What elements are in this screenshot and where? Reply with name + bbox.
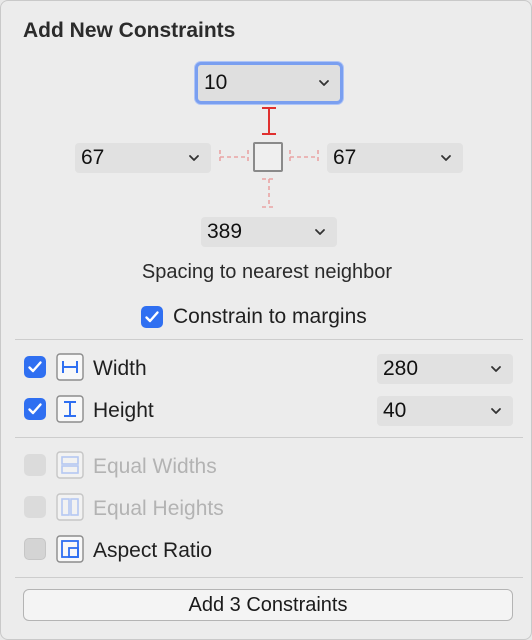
- chevron-down-icon: [315, 229, 325, 235]
- panel-title: Add New Constraints: [23, 19, 236, 42]
- width-value-dropdown[interactable]: 280: [377, 354, 513, 384]
- top-spacing-dropdown[interactable]: 10: [195, 62, 343, 104]
- left-spacing-dropdown[interactable]: 67: [75, 143, 211, 173]
- left-spacing-value: 67: [81, 146, 105, 169]
- bottom-spacing-dropdown[interactable]: 389: [201, 217, 337, 247]
- right-spacing-dropdown[interactable]: 67: [327, 143, 463, 173]
- height-value: 40: [383, 399, 407, 422]
- equal-heights-checkbox[interactable]: [24, 496, 46, 518]
- width-label: Width: [93, 357, 147, 380]
- right-spacing-value: 67: [333, 146, 357, 169]
- width-constraint-icon: [56, 353, 84, 381]
- aspect-ratio-label: Aspect Ratio: [93, 539, 213, 562]
- top-strut-active[interactable]: [257, 105, 281, 137]
- height-constraint-icon: [56, 395, 84, 423]
- spacing-caption: Spacing to nearest neighbor: [141, 261, 393, 283]
- width-checkbox[interactable]: [24, 356, 46, 378]
- aspect-ratio-icon: [56, 535, 84, 563]
- equal-heights-label: Equal Heights: [93, 497, 224, 520]
- height-checkbox[interactable]: [24, 398, 46, 420]
- chevron-down-icon: [441, 155, 451, 161]
- divider: [15, 437, 523, 438]
- equal-heights-icon: [56, 493, 84, 521]
- chevron-down-icon: [319, 80, 329, 86]
- chevron-down-icon: [491, 366, 501, 372]
- bottom-strut[interactable]: [257, 176, 281, 210]
- width-value: 280: [383, 357, 419, 380]
- checkmark-icon: [28, 361, 42, 373]
- right-strut[interactable]: [287, 145, 321, 169]
- top-spacing-value: 10: [204, 71, 228, 94]
- equal-widths-label: Equal Widths: [93, 455, 217, 478]
- add-constraints-panel: Add New Constraints 10 67 67 389 Spacing…: [0, 0, 532, 640]
- chevron-down-icon: [491, 408, 501, 414]
- add-constraints-button[interactable]: Add 3 Constraints: [23, 589, 513, 621]
- height-value-dropdown[interactable]: 40: [377, 396, 513, 426]
- constrained-view-box: [253, 142, 283, 172]
- left-strut[interactable]: [217, 145, 251, 169]
- height-label: Height: [93, 399, 154, 422]
- equal-widths-icon: [56, 451, 84, 479]
- constrain-to-margins-checkbox[interactable]: [141, 306, 163, 328]
- divider: [15, 577, 523, 578]
- constrain-to-margins-label: Constrain to margins: [173, 305, 367, 328]
- checkmark-icon: [145, 311, 159, 323]
- equal-widths-checkbox[interactable]: [24, 454, 46, 476]
- bottom-spacing-value: 389: [207, 220, 243, 243]
- chevron-down-icon: [189, 155, 199, 161]
- aspect-ratio-checkbox[interactable]: [24, 538, 46, 560]
- divider: [15, 339, 523, 340]
- checkmark-icon: [28, 403, 42, 415]
